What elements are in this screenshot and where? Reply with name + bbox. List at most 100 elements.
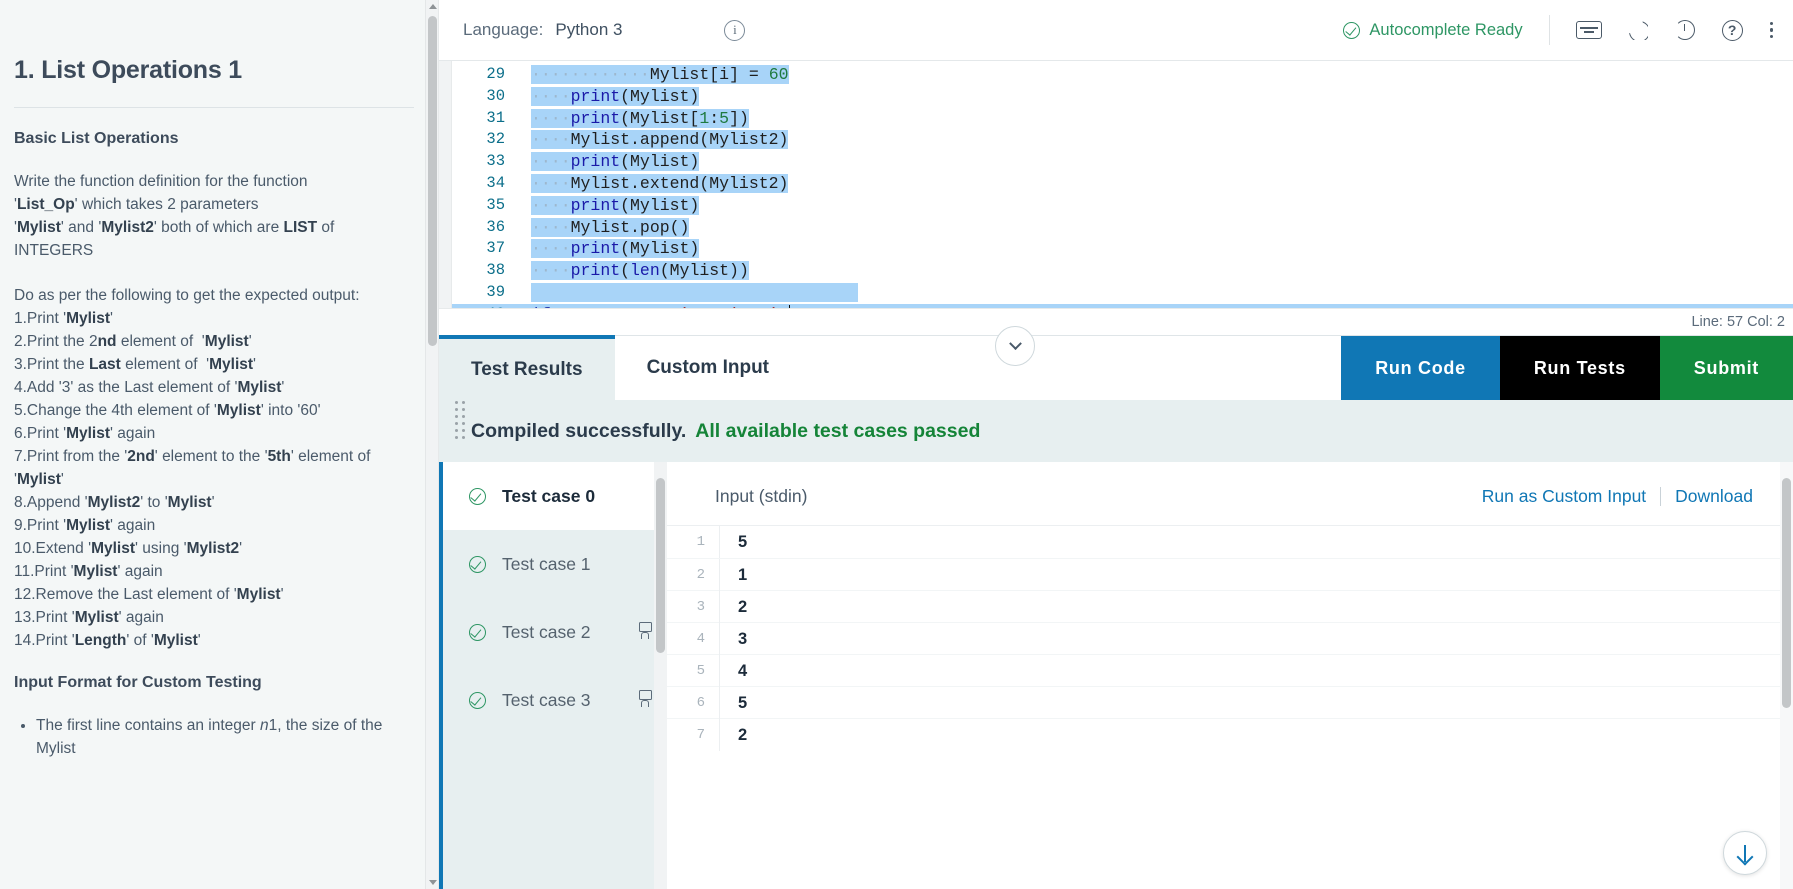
line-number: 30 xyxy=(486,86,505,105)
toolbar-divider xyxy=(1548,15,1550,45)
code-line[interactable]: 29 ············Mylist[i] = 60 xyxy=(452,64,1793,86)
step-5: 5.Change the 4th element of 'Mylist' int… xyxy=(14,402,321,419)
editor-and-results-pane: Language: Python 3 i Autocomplete Ready … xyxy=(438,0,1793,889)
autocomplete-status-label: Autocomplete Ready xyxy=(1369,20,1523,39)
line-number: 37 xyxy=(486,239,505,258)
test-case-0[interactable]: Test case 0 xyxy=(443,462,667,530)
code-line[interactable]: 35 ····print(Mylist) xyxy=(452,195,1793,217)
step-4: 4.Add '3' as the Last element of 'Mylist… xyxy=(14,379,285,396)
stdin-line-number: 6 xyxy=(696,694,705,711)
language-select[interactable]: Python 3 xyxy=(555,20,622,40)
stdin-row: 6 5 xyxy=(667,686,1793,719)
code-line[interactable]: 31 ····print(Mylist[1:5]) xyxy=(452,108,1793,130)
line-number: 36 xyxy=(486,217,505,236)
input-format-bullet-1: The first line contains an integer n1, t… xyxy=(36,714,414,760)
results-tabs-row: Test Results Custom Input Run Code Run T… xyxy=(439,335,1793,400)
scroll-up-icon[interactable] xyxy=(426,0,438,13)
code-line[interactable]: 36 ····Mylist.pop() xyxy=(452,217,1793,239)
hackerrank-coding-page: 1. List Operations 1 Basic List Operatio… xyxy=(0,0,1793,889)
kebab-menu-icon[interactable] xyxy=(1769,21,1773,39)
stdin-row: 7 2 xyxy=(667,718,1793,751)
link-divider xyxy=(1660,487,1662,506)
code-line[interactable]: 37 ····print(Mylist) xyxy=(452,238,1793,260)
compile-status-text: Compiled successfully. xyxy=(471,419,687,442)
stdin-value: 2 xyxy=(719,590,1793,623)
stdin-line-number: 2 xyxy=(696,566,705,583)
line-number: 29 xyxy=(486,65,505,83)
scrollbar-thumb[interactable] xyxy=(428,16,437,346)
line-code: ····Mylist.append(Mylist2) xyxy=(531,130,789,150)
editor-status-bar: Line: 57 Col: 2 xyxy=(439,308,1793,335)
cursor-position: Line: 57 Col: 2 xyxy=(1691,314,1785,330)
detail-scrollbar[interactable] xyxy=(1780,462,1793,889)
pane-resize-handle[interactable] xyxy=(455,398,465,442)
test-case-2[interactable]: Test case 2 xyxy=(443,598,667,666)
run-tests-button[interactable]: Run Tests xyxy=(1499,336,1660,400)
test-case-1[interactable]: Test case 1 xyxy=(443,530,667,598)
check-circle-icon xyxy=(469,623,486,641)
tests-passed-text: All available test cases passed xyxy=(695,419,981,442)
intro-line-1: Write the function definition for the fu… xyxy=(14,173,308,190)
download-link[interactable]: Download xyxy=(1675,486,1753,507)
step-3: 3.Print the Last element of 'Mylist' xyxy=(14,356,257,373)
tab-custom-input[interactable]: Custom Input xyxy=(614,336,802,400)
code-line[interactable]: 39 xyxy=(452,282,1793,304)
title-divider xyxy=(14,107,414,108)
check-circle-icon xyxy=(469,691,486,709)
test-case-list: Test case 0 Test case 1 Test case 2 Test… xyxy=(439,462,667,889)
keyboard-icon[interactable] xyxy=(1575,21,1602,39)
code-editor[interactable]: 29 ············Mylist[i] = 60 30 ····pri… xyxy=(439,61,1793,335)
stdin-row: 2 1 xyxy=(667,558,1793,591)
problem-statement-pane: 1. List Operations 1 Basic List Operatio… xyxy=(0,0,438,889)
test-case-3[interactable]: Test case 3 xyxy=(443,666,667,734)
scrollbar-thumb[interactable] xyxy=(1782,478,1791,708)
stdin-value: 4 xyxy=(719,654,1793,687)
moon-icon[interactable] xyxy=(1628,20,1648,40)
run-as-custom-input-link[interactable]: Run as Custom Input xyxy=(1482,486,1646,507)
question-mark-icon[interactable]: ? xyxy=(1721,19,1743,41)
scroll-to-bottom-icon[interactable] xyxy=(1723,831,1767,875)
step-13: 13.Print 'Mylist' again xyxy=(14,609,164,626)
scroll-down-icon[interactable] xyxy=(426,876,438,889)
run-code-label: Run Code xyxy=(1375,357,1466,378)
submit-button[interactable]: Submit xyxy=(1659,336,1793,400)
info-icon[interactable]: i xyxy=(724,19,746,41)
code-lines[interactable]: 29 ············Mylist[i] = 60 30 ····pri… xyxy=(452,61,1793,335)
problem-pane-scrollbar[interactable] xyxy=(425,0,438,889)
scrollbar-thumb[interactable] xyxy=(656,478,665,653)
check-circle-icon xyxy=(1343,21,1361,39)
steps-intro: Do as per the following to get the expec… xyxy=(14,287,360,304)
code-line[interactable]: 33 ····print(Mylist) xyxy=(452,151,1793,173)
test-case-list-scrollbar[interactable] xyxy=(654,462,667,889)
test-results-body: Test case 0 Test case 1 Test case 2 Test… xyxy=(439,462,1793,889)
history-icon[interactable] xyxy=(1674,20,1695,40)
tab-custom-input-label: Custom Input xyxy=(646,357,770,378)
line-code: ············Mylist[i] = 60 xyxy=(531,65,789,84)
stdin-row: 3 2 xyxy=(667,590,1793,623)
code-line[interactable]: 32 ····Mylist.append(Mylist2) xyxy=(452,129,1793,151)
stdin-value: 1 xyxy=(719,558,1793,591)
editor-left-rail xyxy=(439,61,452,335)
chevron-down-icon[interactable] xyxy=(995,326,1035,366)
line-code: ····print(Mylist[1:5]) xyxy=(531,108,749,128)
test-case-0-label: Test case 0 xyxy=(502,485,596,506)
input-format-bullets: The first line contains an integer n1, t… xyxy=(14,714,414,760)
step-6: 6.Print 'Mylist' again xyxy=(14,425,156,442)
check-circle-icon xyxy=(469,555,486,573)
line-number: 33 xyxy=(486,152,505,171)
problem-subtitle: Basic List Operations xyxy=(14,130,179,147)
code-line[interactable]: 38 ····print(len(Mylist)) xyxy=(452,260,1793,282)
check-circle-icon xyxy=(469,487,486,505)
tab-test-results[interactable]: Test Results xyxy=(439,335,615,400)
line-code: ····Mylist.extend(Mylist2) xyxy=(531,173,789,193)
run-code-button[interactable]: Run Code xyxy=(1341,336,1500,400)
line-number: 31 xyxy=(486,108,505,127)
stdin-value: 5 xyxy=(719,686,1793,719)
line-code: ····print(Mylist) xyxy=(531,86,700,106)
code-line[interactable]: 34 ····Mylist.extend(Mylist2) xyxy=(452,173,1793,195)
test-case-3-label: Test case 3 xyxy=(502,689,591,710)
stdin-value: 3 xyxy=(719,622,1793,655)
step-7: 7.Print from the '2nd' element to the '5… xyxy=(14,448,371,488)
line-number: 35 xyxy=(486,195,505,214)
code-line[interactable]: 30 ····print(Mylist) xyxy=(452,86,1793,108)
